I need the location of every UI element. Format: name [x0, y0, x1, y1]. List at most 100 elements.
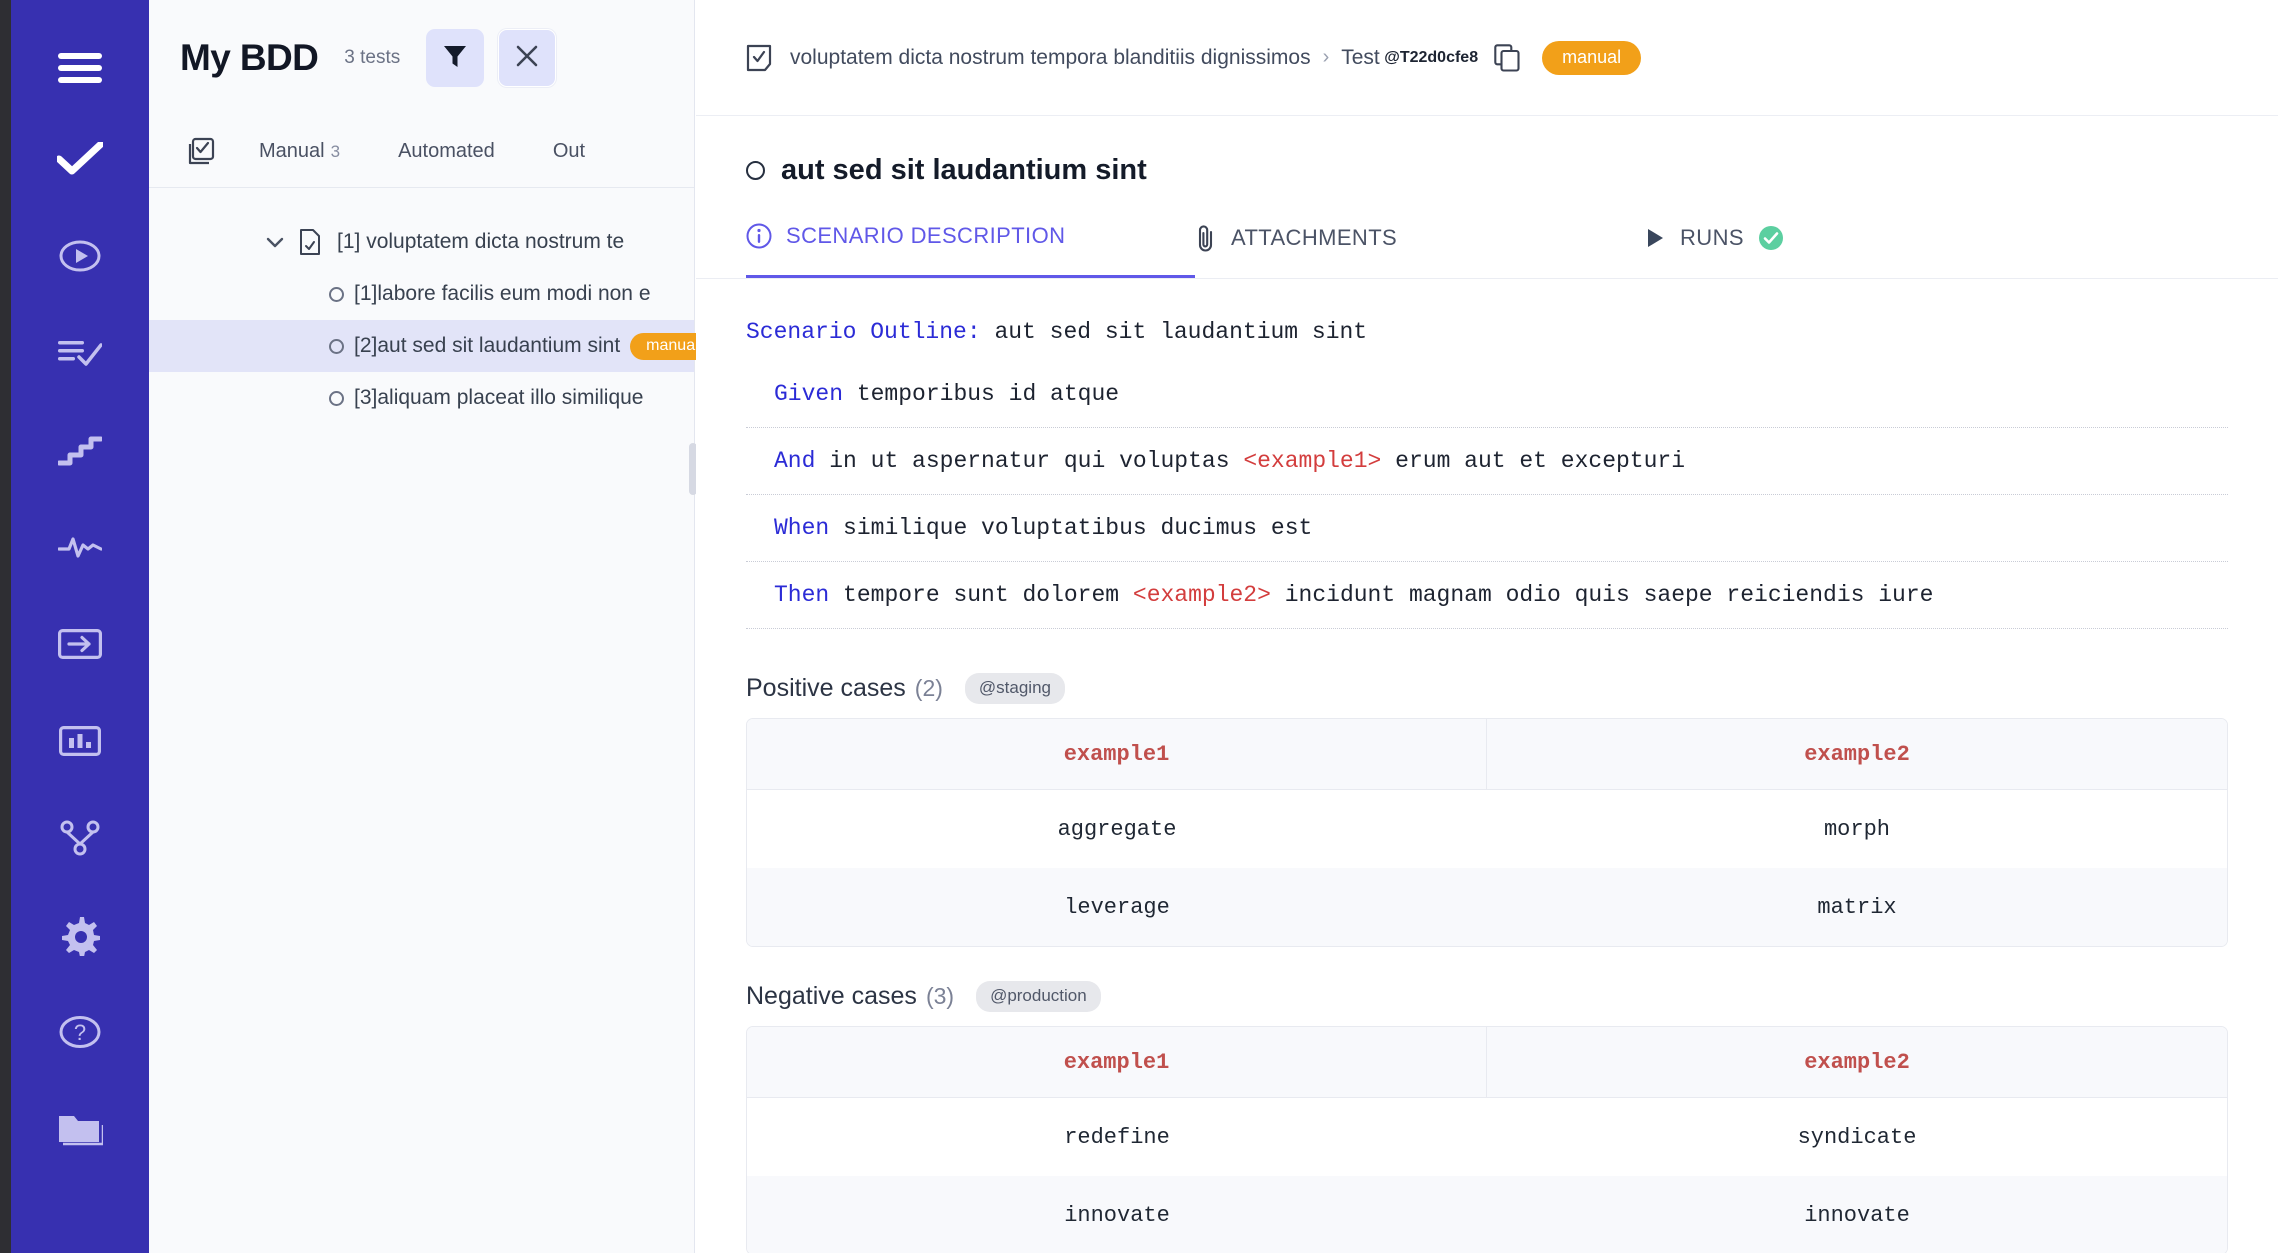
gherkin-step: When similique voluptatibus ducimus est	[746, 495, 2228, 562]
tree-row-index: [2]	[354, 334, 378, 357]
test-cases-icon	[185, 137, 215, 167]
examples-block-negative: Negative cases (3) @production example1 …	[696, 981, 2278, 1253]
examples-table: example1 example2 redefine syndicate inn…	[746, 1026, 2228, 1253]
window-edge-gutter	[0, 0, 11, 1253]
column-header: example1	[747, 1027, 1487, 1098]
examples-tag: @staging	[964, 673, 1065, 704]
table-row: redefine syndicate	[747, 1098, 2227, 1176]
step-text: temporibus id atque	[856, 381, 1120, 407]
column-header: example1	[747, 719, 1487, 790]
test-detail-panel: voluptatem dicta nostrum tempora blandit…	[696, 0, 2278, 1253]
filter-icon	[442, 43, 468, 74]
breadcrumb-separator: ›	[1322, 46, 1330, 68]
tab-bar-divider	[696, 278, 2278, 279]
table-cell: innovate	[1487, 1176, 2227, 1253]
column-header: example2	[1487, 1027, 2227, 1098]
step-keyword: Given	[774, 381, 844, 407]
tab-manual-count: 3	[330, 142, 341, 161]
tree-rows: [1] voluptatem dicta nostrum te [1] labor…	[149, 188, 715, 424]
tab-out[interactable]: Out	[553, 140, 585, 163]
close-panel-button[interactable]	[498, 29, 557, 87]
step-keyword: Then	[774, 582, 830, 608]
tab-manual[interactable]: Manual 3	[259, 140, 340, 163]
runs-success-icon	[1758, 225, 1784, 251]
examples-count: (3)	[925, 983, 955, 1009]
import-arrow-icon[interactable]	[11, 595, 149, 692]
list-check-icon[interactable]	[11, 304, 149, 401]
tree-row-index: [1]	[337, 230, 361, 253]
bar-chart-icon[interactable]	[11, 692, 149, 789]
tree-row-label: aliquam placeat illo similique	[377, 386, 644, 409]
table-cell: matrix	[1487, 868, 2227, 946]
tree-tab-bar: Manual 3 Automated Out	[149, 116, 694, 188]
breadcrumb-suite[interactable]: voluptatem dicta nostrum tempora blandit…	[790, 46, 1311, 70]
copy-icon[interactable]	[1494, 43, 1520, 72]
tree-panel-header: My BDD 3 tests	[149, 0, 694, 116]
table-cell: redefine	[747, 1098, 1487, 1176]
step-text-tail: erum aut et excepturi	[1395, 448, 1686, 474]
examples-header: Positive cases (2) @staging	[746, 673, 2228, 704]
tree-row-label: voluptatem dicta nostrum te	[366, 230, 625, 253]
app-root: ? My BDD 3 tests Manual 3 Automated Out …	[0, 0, 2278, 1253]
examples-table: example1 example2 aggregate morph levera…	[746, 718, 2228, 947]
breadcrumb: voluptatem dicta nostrum tempora blandit…	[696, 0, 2278, 116]
table-row: aggregate morph	[747, 790, 2227, 868]
folder-icon[interactable]	[11, 1080, 149, 1177]
tests-check-icon[interactable]	[11, 110, 149, 207]
detail-title-row: aut sed sit laudantium sint	[696, 116, 2278, 187]
pulse-icon[interactable]	[11, 498, 149, 595]
tab-scenario-description[interactable]: SCENARIO DESCRIPTION	[746, 223, 1195, 279]
table-row[interactable]: [3] aliquam placeat illo similique	[149, 372, 694, 424]
tab-automated[interactable]: Automated	[398, 140, 495, 163]
scenario-outline-keyword: Scenario Outline:	[746, 319, 981, 345]
branch-icon[interactable]	[11, 789, 149, 886]
file-check-icon	[299, 229, 321, 255]
step-text-tail: incidunt magnam odio quis saepe reiciend…	[1284, 582, 1934, 608]
table-row[interactable]: [1] voluptatem dicta nostrum te	[149, 216, 694, 268]
table-cell: aggregate	[747, 790, 1487, 868]
table-row: leverage matrix	[747, 868, 2227, 946]
test-tree-panel: My BDD 3 tests Manual 3 Automated Out [1…	[149, 0, 715, 1253]
close-icon	[514, 43, 540, 74]
step-text: in ut aspernatur qui voluptas	[829, 448, 1230, 474]
info-circle-icon	[746, 223, 772, 249]
suite-check-icon	[746, 44, 772, 72]
help-circle-icon[interactable]: ?	[11, 983, 149, 1080]
examples-title: Positive cases	[746, 674, 906, 702]
tree-row-label: aut sed sit laudantium sint	[377, 334, 621, 357]
menu-icon[interactable]	[11, 26, 149, 110]
table-header-row: example1 example2	[747, 1027, 2227, 1098]
status-badge: manual	[1542, 40, 1642, 75]
table-row[interactable]: [1] labore facilis eum modi non e	[149, 268, 694, 320]
tab-runs[interactable]: RUNS	[1644, 223, 1784, 279]
table-cell: innovate	[747, 1176, 1487, 1253]
paperclip-icon	[1195, 224, 1217, 252]
breadcrumb-test-word: Test	[1341, 45, 1380, 69]
breadcrumb-test-id: @T22d0cfe8	[1384, 48, 1479, 66]
play-triangle-icon	[1644, 226, 1666, 250]
examples-header: Negative cases (3) @production	[746, 981, 2228, 1012]
table-row[interactable]: [2] aut sed sit laudantium sint manual	[149, 320, 715, 372]
stairs-icon[interactable]	[11, 401, 149, 498]
examples-count: (2)	[914, 675, 943, 701]
scenario-circle-icon	[329, 286, 344, 302]
gear-icon[interactable]	[11, 886, 149, 983]
page-title: My BDD	[180, 37, 319, 78]
scenario-circle-icon	[329, 338, 344, 354]
scenario-circle-icon	[746, 161, 765, 180]
step-keyword: When	[774, 515, 830, 541]
tree-row-label: labore facilis eum modi non e	[377, 282, 651, 305]
chevron-down-icon[interactable]	[265, 235, 285, 249]
filter-button[interactable]	[426, 29, 485, 87]
tab-attachments-label: ATTACHMENTS	[1231, 225, 1398, 250]
gherkin-block: Scenario Outline: aut sed sit laudantium…	[696, 319, 2278, 629]
step-keyword: And	[774, 448, 816, 474]
primary-nav-rail: ?	[11, 0, 149, 1253]
detail-tab-bar: SCENARIO DESCRIPTION ATTACHMENTS RUNS	[696, 223, 2278, 279]
step-parameter: <example2>	[1132, 582, 1271, 608]
tree-row-index: [3]	[354, 386, 378, 409]
step-parameter: <example1>	[1243, 448, 1382, 474]
step-text: tempore sunt dolorem	[843, 582, 1120, 608]
play-circle-icon[interactable]	[11, 207, 149, 304]
tab-attachments[interactable]: ATTACHMENTS	[1195, 223, 1644, 279]
